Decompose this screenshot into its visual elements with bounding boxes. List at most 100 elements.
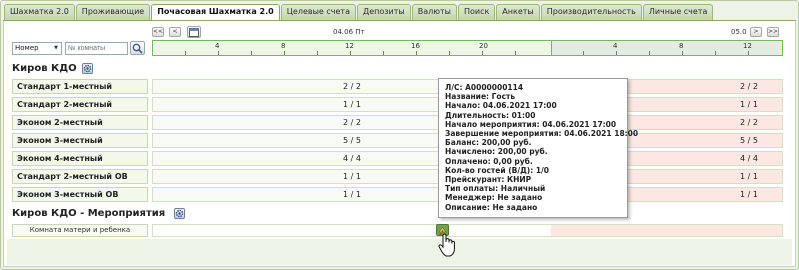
- tooltip-paid: Оплачено: 0,00 руб.: [445, 156, 533, 166]
- tab-search[interactable]: Поиск: [457, 4, 496, 20]
- tick-label: 12: [345, 42, 354, 50]
- availability-value: 2 / 2: [343, 82, 361, 91]
- availability-value: 5 / 5: [343, 136, 361, 145]
- gear-icon: [83, 64, 92, 73]
- board-footer: [7, 239, 792, 265]
- room-number-input[interactable]: [65, 42, 128, 55]
- section-settings-button[interactable]: [82, 63, 93, 74]
- chevron-down-icon: ▼: [54, 45, 58, 51]
- tooltip-start: Начало: 04.06.2021 17:00: [445, 101, 557, 111]
- section-title-kirov-kdo: Киров КДО: [12, 63, 77, 74]
- tick-mark: [416, 51, 417, 55]
- next-day-zone: [551, 225, 782, 236]
- availability-value: 1 / 1: [343, 172, 361, 181]
- availability-value: 1 / 1: [740, 172, 758, 181]
- room-type-label[interactable]: Эконом 3-местный: [12, 133, 148, 148]
- availability-value: 1 / 1: [740, 100, 758, 109]
- tick-mark: [748, 51, 749, 55]
- timeline-header: 4 8 12 16 20 4 8 12: [152, 40, 783, 56]
- tick-mark: [682, 51, 683, 55]
- availability-value: 1 / 1: [343, 190, 361, 199]
- section-title-kirov-kdo-events: Киров КДО - Мероприятия: [12, 208, 166, 219]
- tick-mark: [649, 51, 650, 55]
- tick-label: 4: [215, 42, 220, 50]
- tick-label: 8: [281, 42, 286, 50]
- booking-tooltip: Л/С: A0000000114 Название: Гость Начало:…: [438, 78, 639, 218]
- tick-label: 12: [743, 42, 752, 50]
- tooltip-payment-type: Тип оплаты: Наличный: [445, 184, 546, 194]
- calendar-icon: [189, 28, 199, 37]
- room-type-label[interactable]: Стандарт 2-местный: [12, 97, 148, 112]
- calendar-button[interactable]: [187, 26, 201, 38]
- availability-value: 2 / 2: [343, 118, 361, 127]
- tick-mark: [185, 51, 186, 55]
- tab-hourly-shakhmatka[interactable]: Почасовая Шахматка 2.0: [151, 4, 280, 21]
- tooltip-charged: Начислено: 200,00 руб.: [445, 147, 548, 157]
- date-left-label: 04.06 Пт: [333, 28, 365, 36]
- room-type-label[interactable]: Эконом 2-местный: [12, 115, 148, 130]
- tick-mark: [616, 51, 617, 55]
- tab-strip: Шахматка 2.0 Проживающие Почасовая Шахма…: [4, 4, 714, 21]
- availability-value: 1 / 1: [343, 100, 361, 109]
- tooltip-price-list: Прейскурант: КНИР: [445, 175, 532, 185]
- tab-target-accounts[interactable]: Целевые счета: [280, 4, 356, 20]
- tooltip-manager: Менеджер: Не задано: [445, 193, 543, 203]
- tick-mark: [350, 51, 351, 55]
- tooltip-balance: Баланс: 200,00 руб.: [445, 138, 532, 148]
- tick-mark: [583, 51, 584, 55]
- availability-value: 4 / 4: [343, 154, 361, 163]
- tick-mark: [383, 51, 384, 55]
- filter-type-select[interactable]: Номер ▼: [12, 42, 62, 55]
- room-type-label[interactable]: Эконом 4-местный: [12, 151, 148, 166]
- event-room-label[interactable]: Комната матери и ребенка: [12, 224, 148, 237]
- tab-questionnaires[interactable]: Анкеты: [496, 4, 540, 20]
- first-page-button[interactable]: <<: [152, 27, 164, 37]
- tooltip-account: Л/С: A0000000114: [445, 83, 524, 92]
- tick-label: 4: [613, 42, 618, 50]
- tick-label: 8: [679, 42, 684, 50]
- next-page-button[interactable]: >: [750, 27, 762, 37]
- tooltip-duration: Длительность: 01:00: [445, 110, 536, 120]
- tab-shakhmatka[interactable]: Шахматка 2.0: [4, 4, 75, 20]
- tooltip-description: Описание: Не задано: [445, 202, 538, 212]
- tick-mark: [515, 51, 516, 55]
- tab-currencies[interactable]: Валюты: [411, 4, 457, 20]
- tick-mark: [482, 51, 483, 55]
- tick-mark: [251, 51, 252, 55]
- hand-cursor-icon: [438, 233, 455, 257]
- availability-value: 5 / 5: [740, 136, 758, 145]
- tab-guests[interactable]: Проживающие: [75, 4, 151, 20]
- room-type-label[interactable]: Эконом 3-местный ОВ: [12, 187, 148, 202]
- availability-value: 1 / 1: [740, 190, 758, 199]
- app-frame: Шахматка 2.0 Проживающие Почасовая Шахма…: [0, 0, 799, 270]
- hourly-board: << < 04.06 Пт 05.0 > >> Номер ▼ 4: [3, 21, 796, 267]
- event-room-row[interactable]: [152, 224, 783, 237]
- tick-label: 20: [479, 42, 488, 50]
- room-type-label[interactable]: Стандарт 2-местный ОВ: [12, 169, 148, 184]
- tooltip-event-end: Завершение мероприятия: 04.06.2021 18:00: [445, 129, 639, 139]
- tooltip-name: Название: Гость: [445, 92, 516, 102]
- tick-mark: [284, 51, 285, 55]
- tick-mark: [317, 51, 318, 55]
- tooltip-guests: Кол-во гостей (В/Д): 1/0: [445, 165, 549, 175]
- last-page-button[interactable]: >>: [767, 27, 779, 37]
- availability-value: 2 / 2: [740, 82, 758, 91]
- tooltip-event-start: Начало мероприятия: 04.06.2021 17:00: [445, 119, 617, 129]
- availability-value: 4 / 4: [740, 154, 758, 163]
- tick-label: 16: [411, 42, 420, 50]
- filter-type-value: Номер: [15, 44, 39, 52]
- search-icon: [132, 43, 143, 54]
- room-type-label[interactable]: Стандарт 1-местный: [12, 79, 148, 94]
- date-right-label: 05.0: [731, 28, 747, 36]
- availability-value: 2 / 2: [740, 118, 758, 127]
- gear-icon: [175, 209, 184, 218]
- tick-mark: [715, 51, 716, 55]
- prev-page-button[interactable]: <: [169, 27, 181, 37]
- tick-mark: [218, 51, 219, 55]
- tab-performance[interactable]: Производительность: [540, 4, 642, 20]
- tab-deposits[interactable]: Депозиты: [357, 4, 411, 20]
- section-settings-button[interactable]: [174, 208, 185, 219]
- search-button[interactable]: [130, 41, 145, 55]
- tick-mark: [449, 51, 450, 55]
- tab-personal-accounts[interactable]: Личные счета: [642, 4, 714, 20]
